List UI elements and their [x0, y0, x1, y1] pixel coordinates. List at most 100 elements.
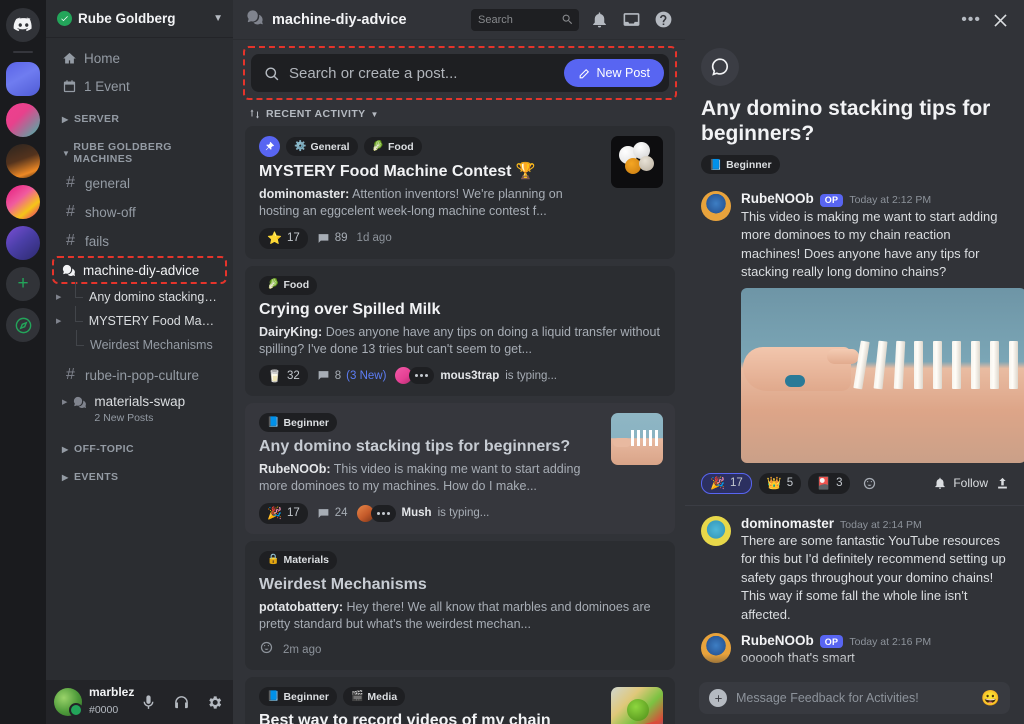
forum-search-placeholder: Search or create a post...	[289, 64, 458, 82]
server-rail: +	[0, 0, 46, 724]
reaction-chip[interactable]: ⭐ 17	[259, 227, 308, 249]
add-reaction-icon[interactable]	[259, 640, 274, 660]
avatar[interactable]	[701, 632, 731, 663]
typing-indicator: Mush is typing...	[356, 504, 489, 522]
category-rube-goldberg-machines[interactable]: ▼ RUBE GOLDBERG MACHINES	[54, 128, 225, 168]
avatar[interactable]	[54, 688, 83, 717]
forum-main: machine-diy-advice Search Search or crea…	[233, 0, 685, 724]
post-title: Weirdest Mechanisms	[259, 575, 427, 593]
message-text: There are some fantastic YouTube resourc…	[741, 532, 1006, 622]
follow-label: Follow	[953, 476, 988, 491]
reaction-chip-domino[interactable]: 🎴 3	[808, 472, 851, 494]
reaction-chip-crown[interactable]: 👑 5	[758, 472, 802, 494]
user-identity[interactable]: marblez #0000	[89, 685, 134, 718]
reaction-chip-party[interactable]: 🎉 17	[701, 472, 752, 494]
message-timestamp: Today at 2:16 PM	[849, 635, 932, 648]
help-circle-icon[interactable]	[651, 8, 675, 32]
pencil-icon	[579, 68, 589, 78]
tag-beginner[interactable]: 📘 Beginner	[259, 687, 337, 706]
discord-logo-icon[interactable]	[6, 8, 40, 42]
sidebar-item-fails[interactable]: # fails	[54, 227, 225, 255]
add-server-button[interactable]: +	[6, 267, 40, 301]
sidebar-item-home[interactable]: Home	[54, 44, 225, 72]
tag-media[interactable]: 🎬 Media	[342, 687, 406, 706]
table-row[interactable]: ⚙️ General 🥬 Food MYSTERY Food Machine C…	[245, 126, 675, 259]
avatar[interactable]	[701, 515, 731, 546]
user-panel: marblez #0000	[46, 680, 233, 724]
message-image-domino[interactable]	[741, 287, 1024, 463]
server-header[interactable]: Rube Goldberg ▼	[46, 0, 233, 38]
reaction-chip[interactable]: 🎉 17	[259, 502, 308, 524]
tag-label: Beginner	[726, 158, 772, 171]
table-row[interactable]: 📘 Beginner 🎬 Media Best way to record vi…	[245, 677, 675, 724]
chevron-right-icon: ▶	[62, 472, 69, 482]
message-count: 24	[317, 507, 348, 520]
server-name: Rube Goldberg	[78, 11, 176, 26]
microphone-icon[interactable]	[135, 689, 161, 715]
avatar[interactable]	[701, 191, 731, 222]
list-item: RubeNOOb OP Today at 2:16 PM oooooh that…	[685, 624, 1024, 668]
server-icon-2[interactable]	[6, 103, 40, 137]
category-off-topic[interactable]: ▶ OFF-TOPIC	[54, 430, 225, 458]
add-reaction-icon[interactable]	[857, 473, 881, 494]
notification-bell-icon[interactable]	[587, 8, 611, 32]
category-server[interactable]: ▶ SERVER	[54, 100, 225, 128]
tag-food[interactable]: 🥬 Food	[259, 275, 318, 295]
search-icon	[265, 66, 279, 80]
sidebar-item-general[interactable]: # general	[54, 169, 225, 197]
tag-beginner[interactable]: 📘 Beginner	[701, 155, 780, 175]
message-author[interactable]: RubeNOOb	[741, 633, 814, 648]
settings-gear-icon[interactable]	[201, 689, 227, 715]
forum-search-bar[interactable]: Search or create a post... New Post	[251, 54, 669, 92]
thread-tree-line	[68, 330, 86, 354]
sidebar-thread-mystery-food[interactable]: ▶ MYSTERY Food Machine...	[54, 306, 225, 333]
message-header: RubeNOOb OP Today at 2:12 PM	[741, 191, 1008, 207]
message-author[interactable]: RubeNOOb	[741, 191, 814, 206]
share-icon[interactable]	[995, 476, 1010, 491]
post-thumbnail[interactable]	[611, 413, 663, 465]
sidebar-thread-domino-tips[interactable]: ▶ Any domino stacking tips...	[54, 282, 225, 309]
tag-beginner[interactable]: 📘 Beginner	[259, 413, 337, 432]
sidebar-item-show-off[interactable]: # show-off	[54, 198, 225, 226]
reaction-chip[interactable]: 🥛 32	[259, 365, 308, 386]
typing-dots-icon	[370, 504, 396, 522]
message-author[interactable]: dominomaster	[741, 516, 834, 531]
message-input[interactable]: Message Feedback for Activities! 😀	[699, 682, 1010, 714]
more-dots: •••	[961, 11, 981, 29]
sort-selector[interactable]: RECENT ACTIVITY ▼	[233, 104, 685, 126]
server-icon-3[interactable]	[6, 144, 40, 178]
new-post-button[interactable]: New Post	[563, 59, 664, 87]
server-icon-1[interactable]	[6, 62, 40, 96]
category-events[interactable]: ▶ EVENTS	[54, 458, 225, 486]
headphones-icon[interactable]	[168, 689, 194, 715]
tag-materials[interactable]: 🔒 Materials	[259, 550, 337, 570]
inbox-icon[interactable]	[619, 8, 643, 32]
list-item: dominomaster Today at 2:14 PM There are …	[685, 506, 1024, 624]
post-snippet: RubeNOOb: This video is making me want t…	[259, 461, 601, 496]
table-row[interactable]: 📘 Beginner Any domino stacking tips for …	[245, 403, 675, 534]
sidebar-item-materials-swap[interactable]: ▶ materials-swap 2 New Posts	[54, 390, 225, 429]
explore-servers-icon[interactable]	[6, 308, 40, 342]
server-icon-4[interactable]	[6, 185, 40, 219]
forum-icon	[71, 395, 88, 410]
emoji-picker-icon[interactable]: 😀	[981, 691, 1000, 706]
tag-general[interactable]: ⚙️ General	[286, 137, 358, 156]
sidebar-item-machine-diy-advice[interactable]: machine-diy-advice	[52, 256, 227, 284]
table-row[interactable]: 🔒 Materials Weirdest Mechanisms potatoba…	[245, 540, 675, 670]
post-thumbnail[interactable]	[611, 136, 663, 188]
follow-button[interactable]: Follow	[933, 476, 988, 490]
chevron-down-icon[interactable]: ▼	[213, 13, 223, 24]
search-input[interactable]: Search	[471, 8, 579, 31]
sidebar-item-rube-in-pop-culture[interactable]: # rube-in-pop-culture	[54, 361, 225, 389]
post-thumbnail[interactable]	[611, 687, 663, 724]
tag-food[interactable]: 🥬 Food	[363, 137, 422, 156]
server-icon-5[interactable]	[6, 226, 40, 260]
table-row[interactable]: 🥬 Food Crying over Spilled Milk DairyKin…	[245, 265, 675, 396]
sidebar-thread-weirdest-mechanisms[interactable]: Weirdest Mechanisms	[54, 330, 225, 357]
add-attachment-icon[interactable]	[709, 689, 727, 707]
channel-label: machine-diy-advice	[83, 262, 200, 278]
chevron-down-icon: ▼	[370, 109, 379, 119]
sidebar-item-events[interactable]: 1 Event	[54, 72, 225, 100]
close-icon[interactable]	[991, 11, 1010, 30]
more-options-icon[interactable]: •••	[961, 11, 981, 29]
